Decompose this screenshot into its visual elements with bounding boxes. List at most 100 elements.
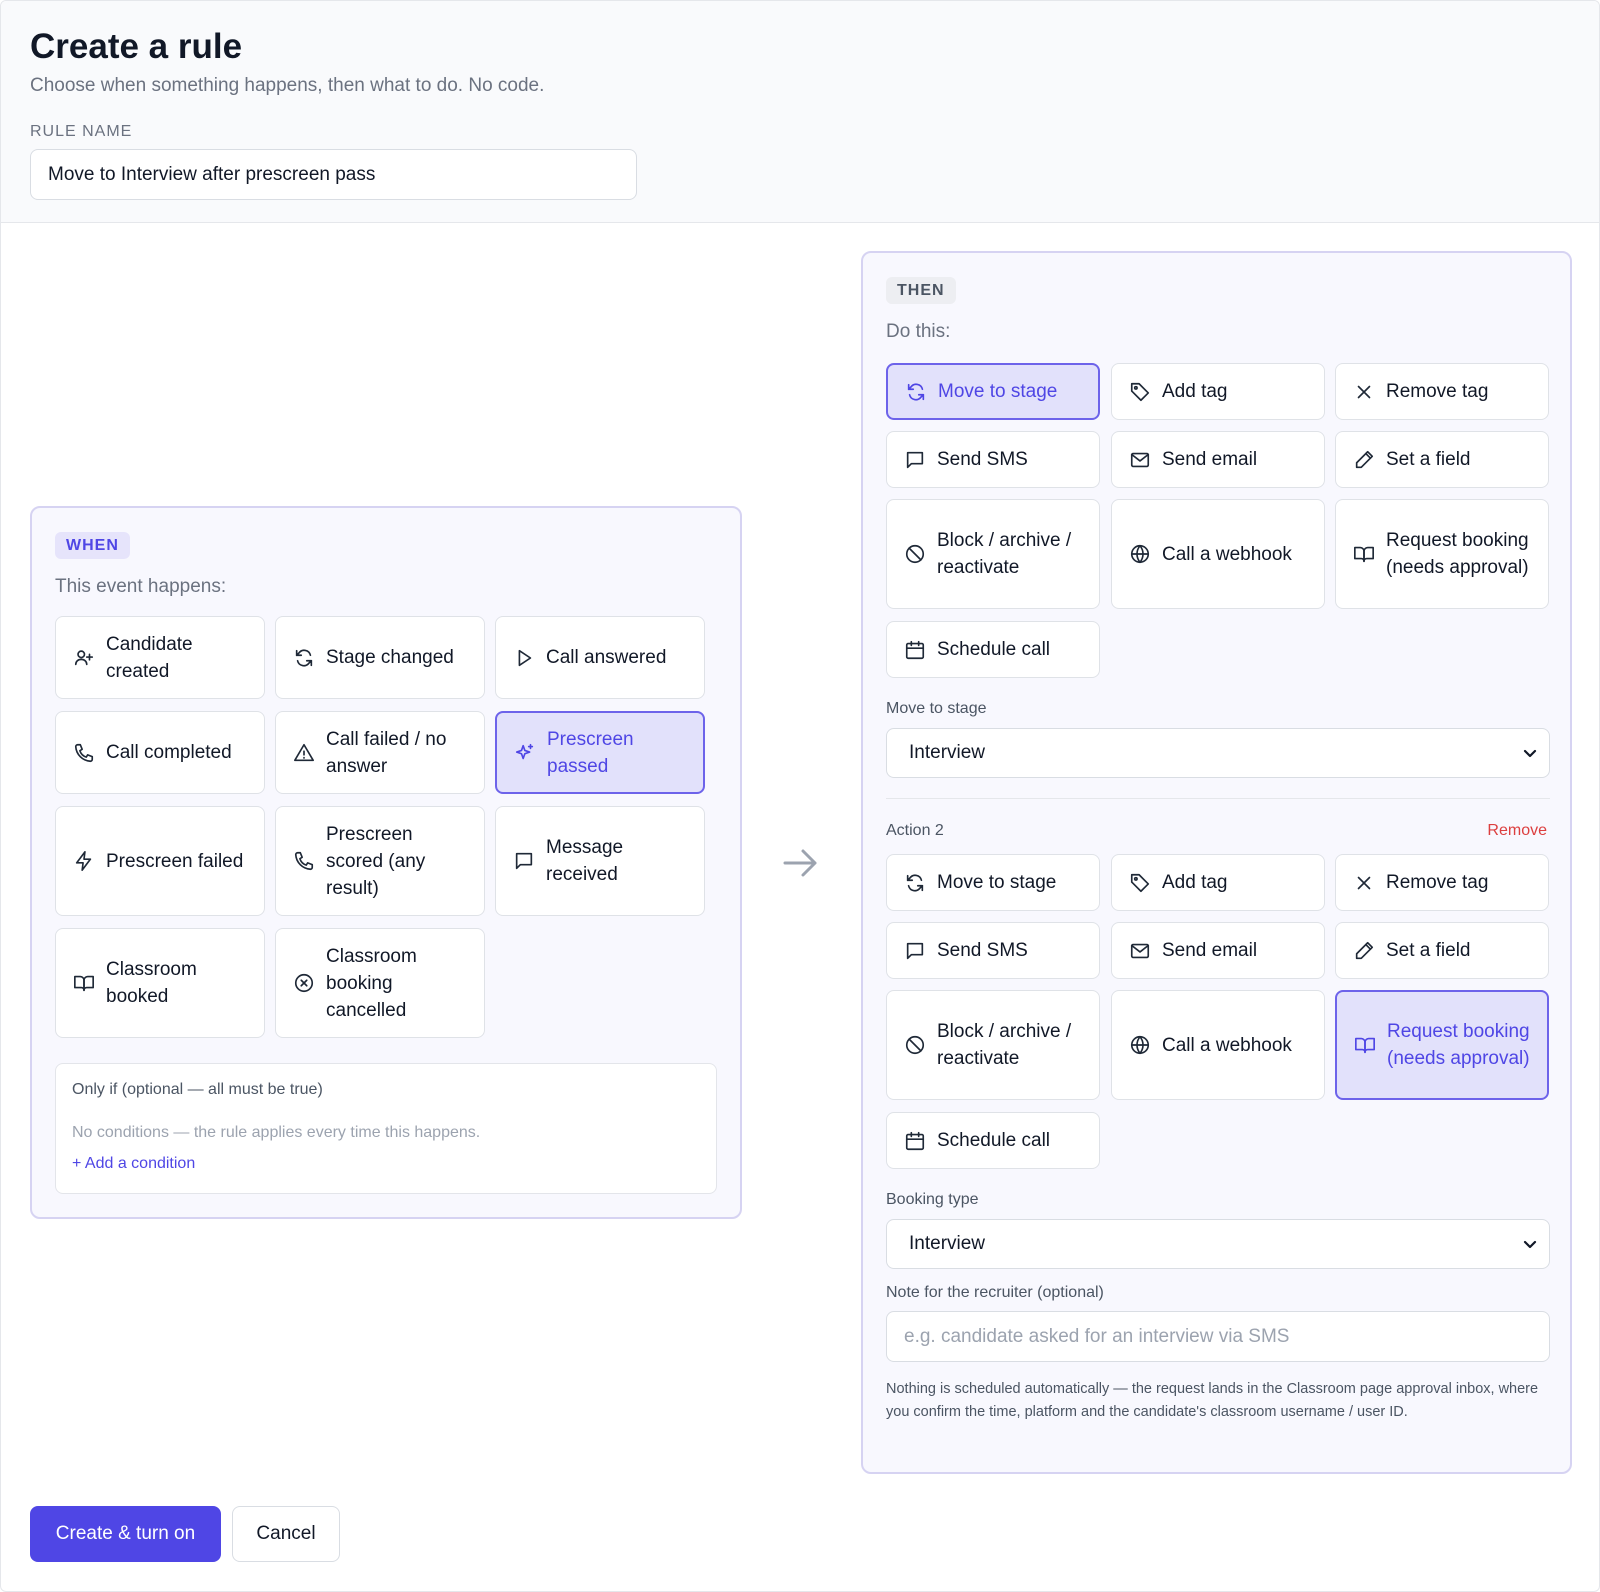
event-label: Call completed	[106, 742, 232, 763]
remove-action-button[interactable]: Remove	[1487, 822, 1547, 840]
event-label: Classroom booked	[106, 959, 197, 1007]
cancel-button[interactable]: Cancel	[232, 1506, 340, 1562]
book-icon	[1352, 543, 1375, 566]
arrow-right-icon	[783, 849, 817, 877]
pencil-icon	[1352, 939, 1375, 962]
action1-schedule-call[interactable]: Schedule call	[886, 621, 1100, 678]
action2-label: Add tag	[1162, 872, 1228, 893]
event-classroom-booked[interactable]: Classroom booked	[55, 928, 265, 1038]
refresh-icon	[292, 646, 315, 669]
mail-icon	[1128, 448, 1151, 471]
action1-add-tag[interactable]: Add tag	[1111, 363, 1325, 420]
page-subtitle: Choose when something happens, then what…	[30, 75, 545, 96]
action1-label: Block / archive / reactivate	[937, 530, 1072, 578]
action2-label: Request booking (needs approval)	[1387, 1021, 1530, 1069]
event-call-completed[interactable]: Call completed	[55, 711, 265, 794]
message-icon	[512, 850, 535, 873]
action2-remove-tag[interactable]: Remove tag	[1335, 854, 1549, 911]
action2-call-a-webhook[interactable]: Call a webhook	[1111, 990, 1325, 1100]
globe-icon	[1128, 1034, 1151, 1057]
action1-label: Move to stage	[938, 381, 1058, 402]
action1-label: Remove tag	[1386, 381, 1489, 402]
book-icon	[72, 972, 95, 995]
action2-schedule-call[interactable]: Schedule call	[886, 1112, 1100, 1169]
action1-send-email[interactable]: Send email	[1111, 431, 1325, 488]
event-label: Call answered	[546, 647, 667, 668]
book-icon	[1353, 1034, 1376, 1057]
conditions-empty-text: No conditions — the rule applies every t…	[72, 1124, 481, 1141]
action1-remove-tag[interactable]: Remove tag	[1335, 363, 1549, 420]
action2-label: Block / archive / reactivate	[937, 1021, 1072, 1069]
then-subtitle: Do this:	[886, 321, 951, 342]
action2-block-archive-reactivate[interactable]: Block / archive / reactivate	[886, 990, 1100, 1100]
calendar-icon	[903, 1129, 926, 1152]
action-divider	[886, 798, 1550, 799]
mail-icon	[1128, 939, 1151, 962]
refresh-icon	[903, 871, 926, 894]
note-label: Note for the recruiter (optional)	[886, 1284, 1104, 1301]
ban-icon	[903, 1034, 926, 1057]
action1-request-booking-needs-approval[interactable]: Request booking (needs approval)	[1335, 499, 1549, 609]
action1-send-sms[interactable]: Send SMS	[886, 431, 1100, 488]
x-icon	[1352, 871, 1375, 894]
event-label: Prescreen failed	[106, 850, 244, 872]
action1-call-a-webhook[interactable]: Call a webhook	[1111, 499, 1325, 609]
event-prescreen-passed[interactable]: Prescreen passed	[495, 711, 705, 794]
rule-name-label: RULE NAME	[30, 123, 133, 140]
user-plus-icon	[72, 646, 95, 669]
action2-label: Remove tag	[1386, 872, 1489, 893]
action1-set-a-field[interactable]: Set a field	[1335, 431, 1549, 488]
action1-move-to-stage[interactable]: Move to stage	[886, 363, 1100, 420]
booking-type-value: Interview	[909, 1233, 986, 1254]
conditions-box: Only if (optional — all must be true) No…	[55, 1063, 717, 1194]
create-and-turn-on-button[interactable]: Create & turn on	[30, 1506, 221, 1562]
event-label: Stage changed	[326, 647, 454, 668]
move-to-stage-label: Move to stage	[886, 700, 987, 717]
action2-add-tag[interactable]: Add tag	[1111, 854, 1325, 911]
event-label: Call failed / no answer	[326, 728, 447, 777]
action1-label: Set a field	[1386, 449, 1471, 470]
action2-send-email[interactable]: Send email	[1111, 922, 1325, 979]
booking-type-select[interactable]: Interview	[886, 1219, 1550, 1269]
message-icon	[903, 448, 926, 471]
action2-send-sms[interactable]: Send SMS	[886, 922, 1100, 979]
phone-icon	[292, 850, 315, 873]
recruiter-note-input[interactable]	[886, 1311, 1550, 1362]
when-panel: WHEN This event happens: Candidate creat…	[30, 506, 742, 1219]
stage-select[interactable]: Interview	[886, 728, 1550, 778]
action2-label: Send email	[1162, 940, 1258, 961]
message-icon	[903, 939, 926, 962]
action2-label: Move to stage	[937, 872, 1057, 893]
event-label: Prescreen scored (any result)	[326, 823, 426, 899]
event-call-failed-no-answer[interactable]: Call failed / no answer	[275, 711, 485, 794]
event-label: Message received	[546, 837, 624, 885]
event-call-answered[interactable]: Call answered	[495, 616, 705, 699]
rule-header: Create a rule Choose when something happ…	[1, 1, 1599, 223]
stage-select-value: Interview	[909, 742, 986, 763]
event-label: Prescreen passed	[547, 728, 634, 777]
action2-move-to-stage[interactable]: Move to stage	[886, 854, 1100, 911]
warning-icon	[292, 741, 315, 764]
bolt-icon	[72, 850, 95, 873]
event-prescreen-failed[interactable]: Prescreen failed	[55, 806, 265, 916]
action2-request-booking-needs-approval[interactable]: Request booking (needs approval)	[1335, 990, 1549, 1100]
rule-name-input[interactable]	[30, 149, 637, 200]
event-candidate-created[interactable]: Candidate created	[55, 616, 265, 699]
then-panel: THEN Do this: Move to stage Add tag Remove…	[861, 251, 1572, 1474]
action2-label: Call a webhook	[1162, 1034, 1292, 1056]
conditions-title: Only if (optional — all must be true)	[72, 1081, 323, 1098]
globe-icon	[1128, 543, 1151, 566]
event-prescreen-scored-any-result[interactable]: Prescreen scored (any result)	[275, 806, 485, 916]
event-classroom-booking-cancelled[interactable]: Classroom booking cancelled	[275, 928, 485, 1038]
event-stage-changed[interactable]: Stage changed	[275, 616, 485, 699]
event-label: Candidate created	[106, 633, 193, 682]
action1-block-archive-reactivate[interactable]: Block / archive / reactivate	[886, 499, 1100, 609]
add-condition-link[interactable]: + Add a condition	[72, 1155, 195, 1173]
when-badge: WHEN	[55, 532, 130, 559]
event-message-received[interactable]: Message received	[495, 806, 705, 916]
refresh-icon	[904, 380, 927, 403]
sparkles-icon	[513, 741, 536, 764]
action2-set-a-field[interactable]: Set a field	[1335, 922, 1549, 979]
action2-label: Set a field	[1386, 940, 1471, 961]
chevron-down-icon	[1523, 1240, 1537, 1249]
